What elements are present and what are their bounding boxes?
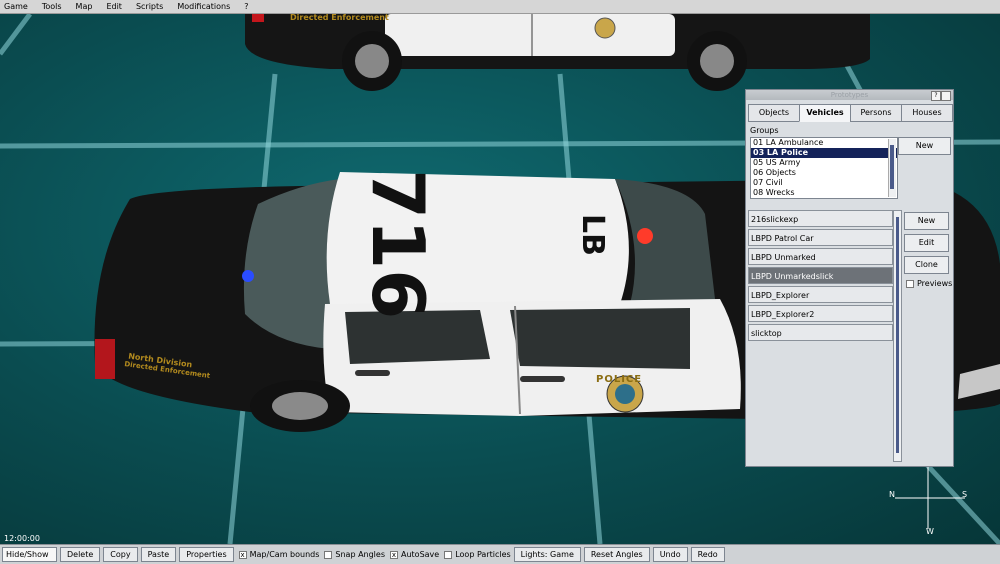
prototype-item-selected[interactable]: LBPD Unmarkedslick bbox=[748, 267, 893, 284]
menu-modifications[interactable]: Modifications bbox=[173, 0, 240, 13]
close-button[interactable] bbox=[941, 91, 951, 101]
group-item[interactable]: 08 Wrecks bbox=[751, 188, 897, 198]
autosave-toggle[interactable]: x AutoSave bbox=[390, 550, 439, 559]
group-item[interactable]: 01 LA Ambulance bbox=[751, 138, 897, 148]
menu-bar: Game Tools Map Edit Scripts Modification… bbox=[0, 0, 1000, 14]
lights-button[interactable]: Lights: Game bbox=[513, 547, 581, 562]
prototype-item[interactable]: slicktop bbox=[748, 324, 893, 341]
panel-title: Prototypes bbox=[830, 91, 869, 99]
map-cam-bounds-label: Map/Cam bounds bbox=[249, 550, 320, 559]
prototype-new-button[interactable]: New bbox=[904, 212, 949, 230]
prototype-edit-button[interactable]: Edit bbox=[904, 234, 949, 252]
undo-button[interactable]: Undo bbox=[652, 547, 688, 562]
prototype-item[interactable]: LBPD_Explorer bbox=[748, 286, 893, 303]
hide-show-field[interactable]: Hide/Show bbox=[2, 547, 57, 562]
previews-checkbox-row[interactable]: Previews bbox=[906, 279, 952, 288]
tab-vehicles[interactable]: Vehicles bbox=[799, 104, 851, 122]
snap-angles-label: Snap Angles bbox=[335, 550, 385, 559]
menu-game[interactable]: Game bbox=[0, 0, 38, 13]
loop-particles-toggle[interactable]: Loop Particles bbox=[444, 550, 511, 559]
prototype-clone-button[interactable]: Clone bbox=[904, 256, 949, 274]
tab-objects[interactable]: Objects bbox=[748, 104, 800, 122]
help-button[interactable]: ? bbox=[931, 91, 941, 101]
loop-particles-checkbox[interactable] bbox=[444, 550, 453, 559]
prototype-scrollbar[interactable] bbox=[893, 210, 902, 462]
loop-particles-label: Loop Particles bbox=[455, 550, 511, 559]
group-new-button[interactable]: New bbox=[898, 137, 951, 155]
previews-label: Previews bbox=[917, 279, 953, 288]
reset-angles-button[interactable]: Reset Angles bbox=[583, 547, 650, 562]
prototype-item[interactable]: LBPD Unmarked bbox=[748, 248, 893, 265]
game-clock: 12:00:00 bbox=[4, 534, 40, 543]
prototype-scroll-thumb[interactable] bbox=[896, 217, 899, 453]
prototype-item[interactable]: LBPD Patrol Car bbox=[748, 229, 893, 246]
compass-south-label: S bbox=[962, 490, 968, 499]
snap-angles-checkbox[interactable] bbox=[324, 550, 333, 559]
top-car-decal: Directed Enforcement bbox=[290, 14, 389, 22]
group-item[interactable]: 05 US Army bbox=[751, 158, 897, 168]
group-item-selected[interactable]: 03 LA Police bbox=[751, 148, 897, 158]
groups-label: Groups bbox=[750, 126, 779, 135]
prototypes-panel: Prototypes ? Objects Vehicles Persons Ho… bbox=[745, 89, 954, 467]
previews-checkbox[interactable] bbox=[906, 279, 914, 288]
compass-north-label: N bbox=[889, 490, 895, 499]
groups-scroll-thumb[interactable] bbox=[890, 145, 894, 189]
prototype-item[interactable]: LBPD_Explorer2 bbox=[748, 305, 893, 322]
groups-list[interactable]: 01 LA Ambulance 03 LA Police 05 US Army … bbox=[750, 137, 898, 199]
menu-map[interactable]: Map bbox=[72, 0, 103, 13]
group-item[interactable]: 07 Civil bbox=[751, 178, 897, 188]
menu-tools[interactable]: Tools bbox=[38, 0, 72, 13]
menu-scripts[interactable]: Scripts bbox=[132, 0, 173, 13]
paste-button[interactable]: Paste bbox=[140, 547, 177, 562]
groups-scrollbar[interactable] bbox=[888, 139, 896, 197]
compass-west-label: W bbox=[926, 527, 934, 536]
top-car bbox=[245, 14, 870, 91]
properties-button[interactable]: Properties bbox=[179, 547, 234, 562]
snap-angles-toggle[interactable]: Snap Angles bbox=[324, 550, 385, 559]
menu-help[interactable]: ? bbox=[240, 0, 258, 13]
delete-button[interactable]: Delete bbox=[60, 547, 101, 562]
prototype-list[interactable]: 216slickexp LBPD Patrol Car LBPD Unmarke… bbox=[748, 210, 893, 343]
menu-edit[interactable]: Edit bbox=[102, 0, 132, 13]
roof-number: 716 bbox=[356, 169, 440, 320]
panel-title-bar[interactable]: Prototypes ? bbox=[746, 90, 953, 101]
roof-letters: LB bbox=[575, 214, 610, 256]
tab-persons[interactable]: Persons bbox=[850, 104, 902, 122]
autosave-label: AutoSave bbox=[401, 550, 440, 559]
door-police-label: POLICE bbox=[596, 374, 643, 385]
prototype-item[interactable]: 216slickexp bbox=[748, 210, 893, 227]
copy-button[interactable]: Copy bbox=[103, 547, 138, 562]
map-cam-bounds-toggle[interactable]: x Map/Cam bounds bbox=[238, 550, 320, 559]
map-cam-bounds-checkbox[interactable]: x bbox=[238, 550, 247, 559]
panel-tabs: Objects Vehicles Persons Houses bbox=[748, 104, 953, 122]
tab-houses[interactable]: Houses bbox=[901, 104, 953, 122]
autosave-checkbox[interactable]: x bbox=[390, 550, 398, 559]
bottom-toolbar: Hide/Show Delete Copy Paste Properties x… bbox=[0, 544, 1000, 564]
redo-button[interactable]: Redo bbox=[690, 547, 725, 562]
group-item[interactable]: 06 Objects bbox=[751, 168, 897, 178]
